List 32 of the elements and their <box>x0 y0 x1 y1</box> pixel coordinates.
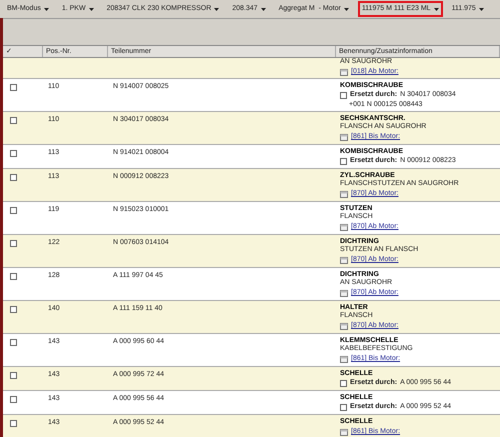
caret-icon <box>88 8 94 10</box>
checkbox[interactable] <box>10 117 17 124</box>
document-icon <box>340 322 348 330</box>
checkbox[interactable] <box>340 404 347 410</box>
checkbox[interactable] <box>10 372 17 379</box>
document-icon <box>340 134 348 140</box>
document-icon <box>340 224 348 230</box>
document-icon <box>340 290 348 296</box>
document-icon <box>340 356 348 362</box>
document-icon <box>340 428 348 436</box>
checkbox[interactable] <box>340 92 347 98</box>
checkbox[interactable] <box>10 273 17 280</box>
checkbox[interactable] <box>10 240 17 247</box>
checkbox[interactable] <box>10 420 17 427</box>
checkbox[interactable] <box>10 150 17 157</box>
checkbox[interactable] <box>340 158 347 164</box>
caret-icon <box>434 8 439 10</box>
document-icon <box>340 190 348 198</box>
caret-icon <box>44 8 49 10</box>
checkbox[interactable] <box>340 380 347 386</box>
checkbox[interactable] <box>10 207 17 214</box>
caret-icon <box>344 8 349 10</box>
document-icon <box>340 256 348 264</box>
checkbox[interactable] <box>10 306 17 313</box>
caret-icon <box>214 8 220 10</box>
checkbox[interactable] <box>10 396 17 403</box>
checkbox[interactable] <box>10 84 17 91</box>
caret-icon <box>260 8 266 10</box>
checkbox[interactable] <box>10 339 17 346</box>
document-icon <box>340 68 348 76</box>
caret-icon <box>478 8 484 10</box>
checkbox[interactable] <box>10 174 17 181</box>
